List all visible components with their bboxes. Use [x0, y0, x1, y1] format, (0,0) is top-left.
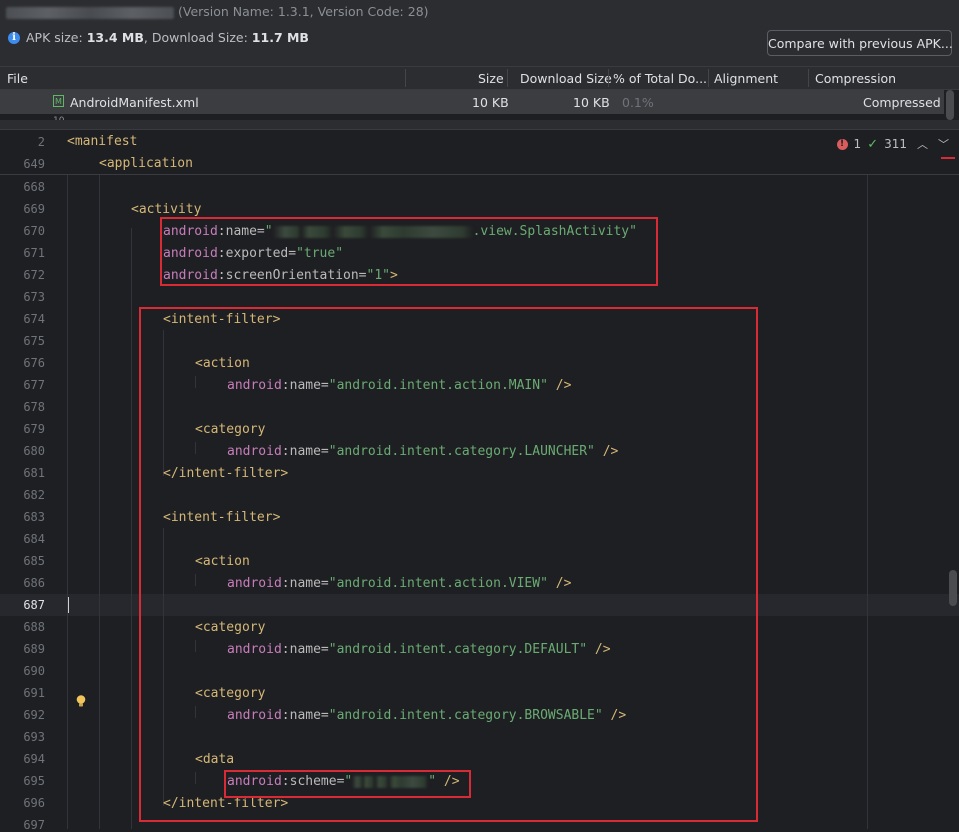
ok-count: 311: [884, 137, 907, 151]
sticky-manifest[interactable]: <manifest: [67, 134, 137, 149]
chevron-up-icon[interactable]: ︿: [917, 136, 928, 152]
line-number: 678: [23, 400, 45, 414]
column-divider[interactable]: [808, 69, 809, 87]
line-number: 687: [23, 598, 45, 612]
line-number: 685: [23, 554, 45, 568]
column-divider[interactable]: [507, 69, 508, 87]
line-number: 675: [23, 334, 45, 348]
redacted-app-id: [6, 6, 174, 19]
line-number: 692: [23, 708, 45, 722]
line-number: 679: [23, 422, 45, 436]
highlight-data-scheme: [224, 770, 471, 798]
right-margin-guide: [867, 174, 868, 829]
line-number: 696: [23, 796, 45, 810]
compare-apk-button[interactable]: Compare with previous APK...: [767, 30, 953, 56]
indent-guide: [67, 174, 68, 829]
line-number: 668: [23, 180, 45, 194]
line-number: 688: [23, 620, 45, 634]
highlight-intent-filters: [139, 307, 758, 822]
table-row[interactable]: M AndroidManifest.xml 10 KB 10 KB 0.1% C…: [0, 90, 944, 114]
line-number: 683: [23, 510, 45, 524]
indent-guide: [99, 174, 100, 829]
line-number: 693: [23, 730, 45, 744]
lightbulb-icon[interactable]: [74, 694, 88, 708]
splitter[interactable]: [0, 120, 959, 130]
file-compression: Compressed: [863, 95, 941, 110]
line-number: 676: [23, 356, 45, 370]
line-number: 691: [23, 686, 45, 700]
line-number: 2: [37, 135, 45, 149]
version-info: (Version Name: 1.3.1, Version Code: 28): [177, 4, 429, 19]
tag-activity: activity: [138, 202, 202, 217]
error-stripe-marker[interactable]: [941, 157, 955, 159]
line-number: 672: [23, 268, 45, 282]
highlight-activity-attributes: [160, 217, 658, 286]
file-percent: 0.1%: [622, 95, 654, 110]
line-number: 695: [23, 774, 45, 788]
apk-analyzer-header: (Version Name: 1.3.1, Version Code: 28) …: [0, 0, 959, 66]
sticky-breadcrumb-lines: 2 <manifest 649 <application ! 1 ✓ 311 ︿…: [0, 130, 959, 175]
line-number: 680: [23, 444, 45, 458]
column-size[interactable]: Size: [478, 71, 504, 86]
check-icon: ✓: [867, 136, 879, 152]
line-number: 649: [23, 157, 45, 171]
line-number: 689: [23, 642, 45, 656]
column-percent-total[interactable]: % of Total Do...: [613, 71, 707, 86]
apk-size-value: 13.4 MB: [86, 30, 144, 45]
line-number: 681: [23, 466, 45, 480]
indent-guide: [131, 228, 132, 829]
chevron-down-icon[interactable]: ﹀: [938, 136, 949, 152]
info-icon: i: [8, 31, 20, 44]
column-divider[interactable]: [608, 69, 609, 87]
editor-scrollbar[interactable]: [949, 570, 957, 606]
line-number: 686: [23, 576, 45, 590]
line-number: 673: [23, 290, 45, 304]
error-count: 1: [853, 137, 862, 151]
sticky-application[interactable]: <application: [99, 156, 193, 171]
code-editor[interactable]: 668 669 670 671 672 673 674 675 676 677 678 679 680 6…: [0, 130, 959, 832]
file-name: AndroidManifest.xml: [70, 95, 199, 110]
apk-size-label: APK size:: [26, 30, 83, 45]
column-alignment[interactable]: Alignment: [714, 71, 778, 86]
column-download-size[interactable]: Download Size: [520, 71, 612, 86]
line-number: 674: [23, 312, 45, 326]
file-table-header: File Size Download Size % of Total Do...…: [0, 66, 959, 90]
manifest-file-icon: M: [53, 95, 64, 107]
column-divider[interactable]: [708, 69, 709, 87]
download-size-value: 11.7 MB: [251, 30, 309, 45]
column-compression[interactable]: Compression: [815, 71, 896, 86]
error-icon: !: [836, 138, 848, 150]
column-file[interactable]: File: [7, 71, 28, 86]
line-number: 671: [23, 246, 45, 260]
file-size: 10 KB: [472, 95, 509, 110]
line-number: 690: [23, 664, 45, 678]
column-divider[interactable]: [405, 69, 406, 87]
line-number: 684: [23, 532, 45, 546]
download-size-label: , Download Size:: [143, 30, 248, 45]
line-number: 697: [23, 818, 45, 832]
code-line-669: <activity: [131, 202, 202, 217]
app-title: (Version Name: 1.3.1, Version Code: 28): [6, 4, 429, 19]
line-number: 677: [23, 378, 45, 392]
apk-size-info: i APK size: 13.4 MB, Download Size: 11.7…: [8, 30, 309, 45]
line-number: 682: [23, 488, 45, 502]
line-number: 694: [23, 752, 45, 766]
line-number: 669: [23, 202, 45, 216]
tag-manifest: <manifest: [67, 134, 138, 149]
table-scrollbar[interactable]: [946, 90, 954, 120]
line-number: 670: [23, 224, 45, 238]
tag-application: <application: [99, 156, 193, 171]
file-download-size: 10 KB: [573, 95, 610, 110]
inspection-widget[interactable]: ! 1 ✓ 311 ︿ ﹀: [836, 136, 949, 152]
